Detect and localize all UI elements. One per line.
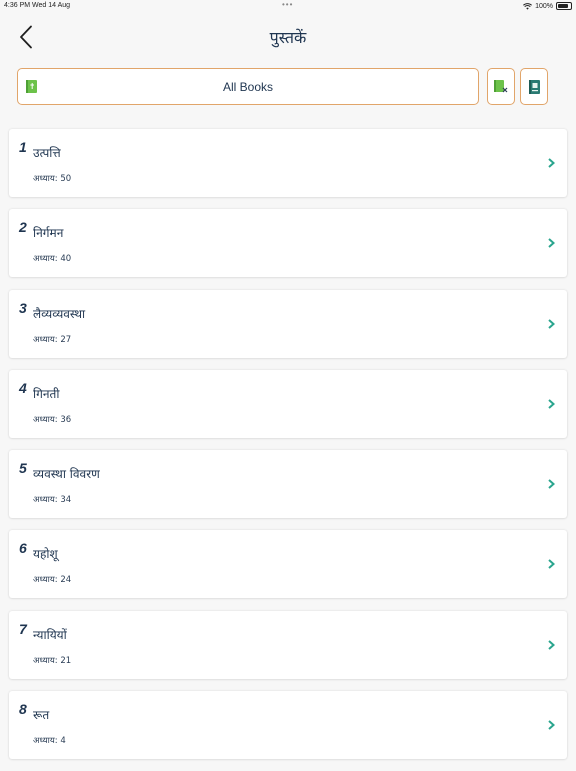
book-card[interactable]: 8 रूत अध्याय: 4 [9,691,567,760]
book-list: 1 उत्पत्ति अध्याय: 50 2 निर्गमन अध्याय: … [9,129,567,771]
book-name: यहोशू [33,547,58,562]
book-card[interactable]: 5 व्यवस्था विवरण अध्याय: 34 [9,450,567,519]
chapter-count: अध्याय: 34 [33,495,72,506]
chevron-right-icon [548,238,555,249]
chapter-count: अध्याय: 40 [33,254,72,265]
book-name: निर्गमन [33,226,64,241]
wifi-icon [523,2,533,10]
book-card[interactable]: 6 यहोशू अध्याय: 24 [9,530,567,599]
status-bar: 4:36 PM Wed 14 Aug ••• 100% [0,0,576,12]
book-name: रूत [33,708,50,723]
book-card[interactable]: 1 उत्पत्ति अध्याय: 50 [9,129,567,197]
book-number: 8 [19,701,27,718]
chevron-right-icon [548,720,555,730]
multitasking-dots: ••• [282,0,294,9]
filter-label: All Books [222,80,274,94]
book-name: उत्पत्ति [33,146,61,160]
battery-icon [556,2,572,10]
book-number: 5 [19,460,27,477]
bible-books-button[interactable] [520,68,548,105]
chevron-right-icon [548,640,555,650]
book-name: लैव्यव्यवस्था [33,306,86,321]
chapter-count: अध्याय: 4 [33,736,66,747]
chapter-count: अध्याय: 36 [33,414,72,425]
book-number: 4 [19,379,27,396]
book-number: 3 [19,299,27,316]
book-number: 2 [19,219,27,236]
chapter-count: अध्याय: 24 [33,575,72,586]
book-name: न्यायियों [33,627,67,642]
book-name: गिनती [33,386,60,401]
book-number: 1 [19,139,27,155]
chapter-count: अध्याय: 50 [33,174,72,184]
battery-percent: 100% [535,2,553,10]
bible-icon [528,79,540,94]
status-right: 100% [523,2,572,10]
book-card[interactable]: 2 निर्गमन अध्याय: 40 [9,209,567,278]
chevron-right-icon [548,399,555,409]
add-book-button[interactable] [487,68,515,105]
book-name: व्यवस्था विवरण [33,467,100,482]
book-card[interactable]: 4 गिनती अध्याय: 36 [9,369,567,438]
chapter-count: अध्याय: 21 [33,655,72,666]
chevron-right-icon [548,158,555,168]
book-number: 6 [19,540,27,557]
chevron-right-icon [548,559,555,570]
chapter-count: अध्याय: 27 [33,334,72,345]
chevron-right-icon [548,479,555,489]
book-number: 7 [19,620,27,637]
book-card[interactable]: 7 न्यायियों अध्याय: 21 [9,610,567,679]
book-card[interactable]: 3 लैव्यव्यवस्था अध्याय: 27 [9,289,567,358]
book-filter-dropdown[interactable]: All Books [17,68,479,105]
status-time-date: 4:36 PM Wed 14 Aug [4,2,71,9]
chevron-right-icon [548,318,555,329]
page-title: पुस्तकें [269,28,307,47]
book-add-icon [494,80,508,93]
